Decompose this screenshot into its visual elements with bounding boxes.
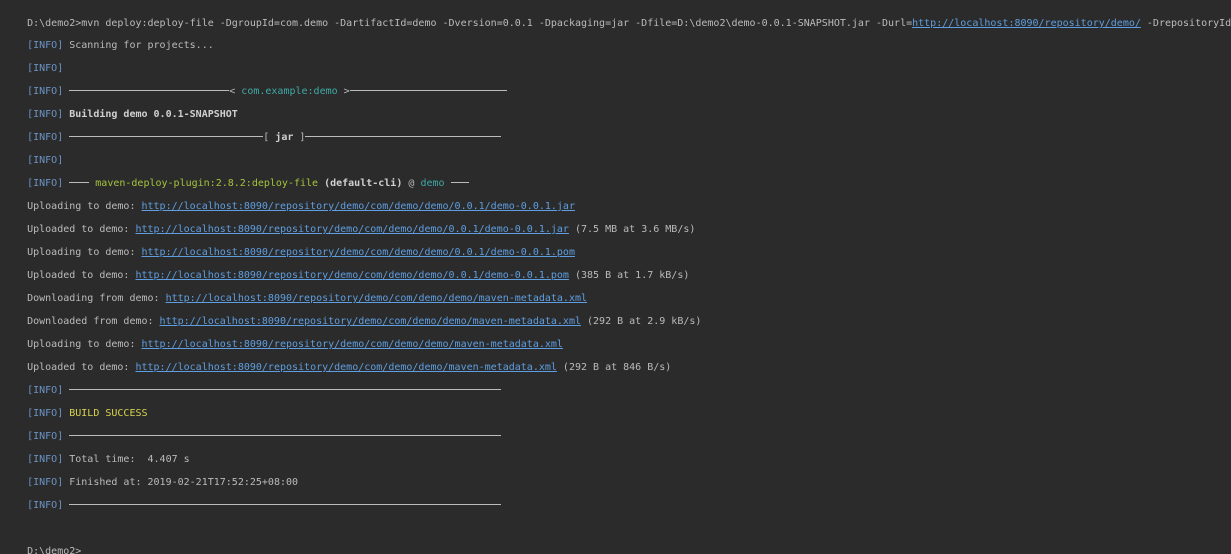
separator-rule xyxy=(305,135,502,137)
log-line-building: [INFO] Building demo 0.0.1-SNAPSHOT xyxy=(3,91,238,120)
log-line-total-time: [INFO] Total time: 4.407 s xyxy=(3,436,190,465)
log-line-scanning: [INFO] Scanning for projects... xyxy=(3,22,214,51)
log-line-empty: [INFO] xyxy=(3,45,63,74)
transfer-line: Uploaded to demo: http://localhost:8090/… xyxy=(3,344,671,373)
scanning-text: Scanning for projects... xyxy=(69,40,214,51)
log-line-separator: [INFO] xyxy=(3,482,502,511)
project-id: com.example:demo xyxy=(241,86,338,97)
log-line-separator: [INFO] xyxy=(3,413,502,442)
log-line-separator: [INFO] xyxy=(3,367,502,396)
transfer-line: Uploaded to demo: http://localhost:8090/… xyxy=(3,252,689,281)
info-tag: [INFO] xyxy=(27,500,64,511)
transfer-line: Uploading to demo: http://localhost:8090… xyxy=(3,183,575,212)
separator-rule xyxy=(69,135,264,137)
log-line-finished-at: [INFO] Finished at: 2019-02-21T17:52:25+… xyxy=(3,459,298,488)
shell-prompt[interactable]: D:\demo2> xyxy=(3,528,81,554)
transfer-stats: (7.5 MB at 3.6 MB/s) xyxy=(568,224,696,235)
repository-url-link[interactable]: http://localhost:8090/repository/demo/ xyxy=(912,18,1141,29)
command-line: D:\demo2>mvn deploy:deploy-file -DgroupI… xyxy=(3,0,1231,29)
log-line-project-separator: [INFO] < com.example:demo > xyxy=(3,68,507,97)
separator-rule xyxy=(349,89,507,91)
packaging-type: jar xyxy=(275,132,294,143)
terminal-window[interactable]: D:\demo2>mvn deploy:deploy-file -DgroupI… xyxy=(0,0,1231,554)
transfer-line: Downloading from demo: http://localhost:… xyxy=(3,275,587,304)
transfer-stats: (292 B at 846 B/s) xyxy=(556,362,672,373)
command-suffix: -DrepositoryId=demo xyxy=(1146,18,1231,29)
log-line-empty: [INFO] xyxy=(3,137,63,166)
bracket-open: [ xyxy=(263,132,276,143)
transfer-stats: (292 B at 2.9 kB/s) xyxy=(580,316,702,327)
log-line-plugin: [INFO] maven-deploy-plugin:2.8.2:deploy-… xyxy=(3,160,469,189)
log-line-result: [INFO] BUILD SUCCESS xyxy=(3,390,147,419)
prompt-text: D:\demo2> xyxy=(27,546,82,554)
log-line-packaging-separator: [INFO] [ jar ] xyxy=(3,114,502,143)
transfer-stats: (385 B at 1.7 kB/s) xyxy=(568,270,690,281)
separator-rule xyxy=(69,503,502,505)
transfer-line: Uploading to demo: http://localhost:8090… xyxy=(3,321,563,350)
bracket-close: ] xyxy=(293,132,306,143)
transfer-line: Downloaded from demo: http://localhost:8… xyxy=(3,298,701,327)
transfer-line: Uploading to demo: http://localhost:8090… xyxy=(3,229,575,258)
bracket-close: > xyxy=(337,86,350,97)
transfer-line: Uploaded to demo: http://localhost:8090/… xyxy=(3,206,695,235)
